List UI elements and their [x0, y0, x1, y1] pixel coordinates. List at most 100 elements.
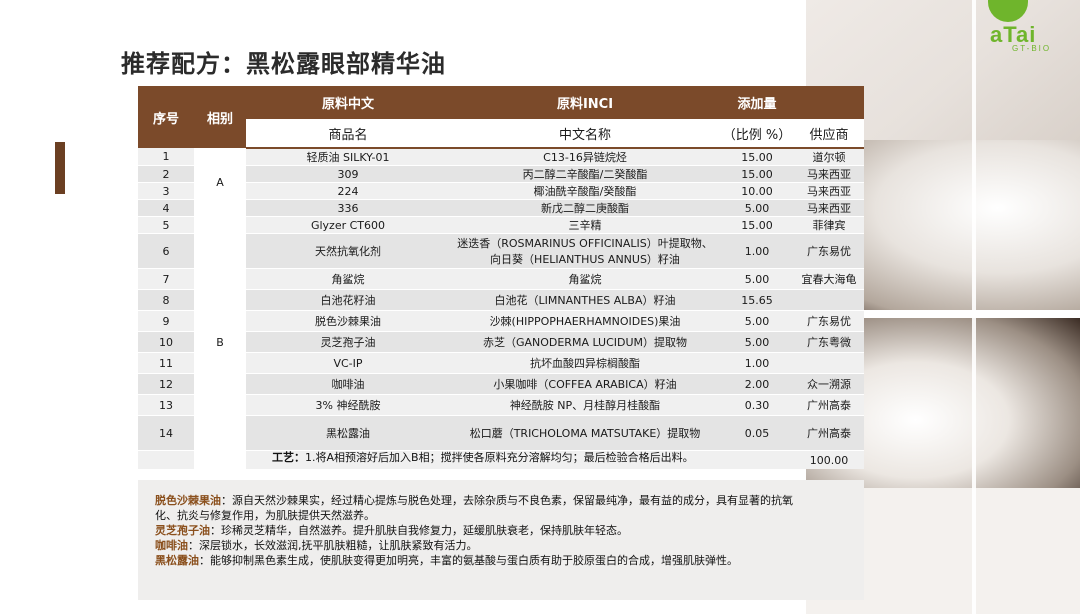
cell-no: 14: [138, 415, 194, 451]
cell-empty: [720, 450, 794, 469]
cell-ratio: 15.00: [720, 148, 794, 166]
cell-no: 7: [138, 268, 194, 290]
table-row: 14 黑松露油 松口蘑（TRICHOLOMA MATSUTAKE）提取物 0.0…: [138, 415, 864, 451]
cell-cn: 赤芝（GANODERMA LUCIDUM）提取物: [450, 331, 720, 353]
cell-cn: 三辛精: [450, 216, 720, 234]
cell-cn: C13-16异链烷烃: [450, 148, 720, 166]
cell-no: 13: [138, 394, 194, 416]
cell-supplier: 广东易优: [794, 233, 864, 269]
cell-supplier: [794, 352, 864, 374]
table-row: 6 天然抗氧化剂 迷迭香（ROSMARINUS OFFICINALIS）叶提取物…: [138, 233, 864, 269]
cell-trade: 黑松露油: [246, 415, 450, 451]
cell-no: 2: [138, 165, 194, 183]
cell-supplier: 宜春大海龟: [794, 268, 864, 290]
note-label: 黑松露油: [155, 554, 199, 567]
table-row: 4 336 新戊二醇二庚酸酯 5.00 马来西亚: [138, 199, 864, 217]
cell-ratio: 5.00: [720, 199, 794, 217]
cell-trade: 336: [246, 199, 450, 217]
note-label: 咖啡油: [155, 539, 188, 552]
process-line: 工艺：1.将A相预溶好后加入B相；搅拌使各原料充分溶解均匀；最后检验合格后出料。: [272, 449, 694, 465]
cell-supplier: 众一溯源: [794, 373, 864, 395]
note-text: ：深层锁水，长效滋润,抚平肌肤粗糙，让肌肤紧致有活力。: [188, 539, 478, 552]
cell-no: 10: [138, 331, 194, 353]
process-text: 1.将A相预溶好后加入B相；搅拌使各原料充分溶解均匀；最后检验合格后出料。: [305, 451, 694, 464]
page-title: 推荐配方：黑松露眼部精华油: [121, 50, 446, 78]
cell-trade: VC-IP: [246, 352, 450, 374]
cell-supplier: 广州高泰: [794, 415, 864, 451]
cell-ratio: 0.05: [720, 415, 794, 451]
header-trade-name: 商品名: [246, 119, 450, 149]
header-raw-cn: 原料中文: [246, 86, 450, 119]
brand-logo: aTai GT-BIO: [968, 0, 1080, 56]
header-cn-name: 中文名称: [450, 119, 720, 149]
cell-no: 3: [138, 182, 194, 200]
cell-no: 8: [138, 289, 194, 311]
leaf-icon: [988, 0, 1028, 22]
cell-ratio: 5.00: [720, 310, 794, 332]
cell-trade: 天然抗氧化剂: [246, 233, 450, 269]
table-subheader-row: 商品名 中文名称 （比例 %） 供应商: [138, 119, 864, 149]
logo-subtitle: GT-BIO: [1012, 44, 1052, 53]
cell-cn: 小果咖啡（COFFEA ARABICA）籽油: [450, 373, 720, 395]
table-row: 13 3% 神经酰胺 神经酰胺 NP、月桂醇月桂酸酯 0.30 广州高泰: [138, 394, 864, 416]
note-label: 脱色沙棘果油: [155, 494, 221, 507]
cell-ratio: 2.00: [720, 373, 794, 395]
cell-cn-line2: 向日葵（HELIANTHUS ANNUS）籽油: [490, 253, 680, 266]
cell-trade: 角鲨烷: [246, 268, 450, 290]
table-row: 11 VC-IP 抗坏血酸四异棕榈酸酯 1.00: [138, 352, 864, 374]
table-row: 9 脱色沙棘果油 沙棘(HIPPOPHAERHAMNOIDES)果油 5.00 …: [138, 310, 864, 332]
cell-trade: 309: [246, 165, 450, 183]
table-row: 5 B Glyzer CT600 三辛精 15.00 菲律宾: [138, 216, 864, 470]
cell-supplier: 广州高泰: [794, 394, 864, 416]
cell-cn: 椰油酰辛酸酯/癸酸酯: [450, 182, 720, 200]
table-row: 3 224 椰油酰辛酸酯/癸酸酯 10.00 马来西亚: [138, 182, 864, 200]
cell-ratio: 0.30: [720, 394, 794, 416]
note-text: ：能够抑制黑色素生成，使肌肤变得更加明亮，丰富的氨基酸与蛋白质有助于胶原蛋白的合…: [199, 554, 738, 567]
formula-table: 序号 相别 原料中文 原料INCI 添加量 商品名 中文名称 （比例 %） 供应…: [138, 86, 864, 470]
cell-trade: 咖啡油: [246, 373, 450, 395]
total-ratio: 100.00: [794, 450, 864, 469]
cell-cn: 丙二醇二辛酸酯/二癸酸酯: [450, 165, 720, 183]
cell-supplier: 马来西亚: [794, 182, 864, 200]
cell-cn-line1: 迷迭香（ROSMARINUS OFFICINALIS）叶提取物、: [457, 237, 713, 250]
header-empty: [794, 86, 864, 119]
cell-cn: 迷迭香（ROSMARINUS OFFICINALIS）叶提取物、 向日葵（HELI…: [450, 233, 720, 269]
cell-supplier: 马来西亚: [794, 199, 864, 217]
cell-trade: 224: [246, 182, 450, 200]
cell-supplier: 马来西亚: [794, 165, 864, 183]
process-label: 工艺：: [272, 451, 305, 464]
cell-ratio: 15.00: [720, 165, 794, 183]
cell-ratio: 1.00: [720, 233, 794, 269]
cell-supplier: 广东易优: [794, 310, 864, 332]
phase-b-label: B: [194, 216, 246, 470]
cell-trade: 白池花籽油: [246, 289, 450, 311]
cell-ratio: 15.65: [720, 289, 794, 311]
cell-ratio: 10.00: [720, 182, 794, 200]
table-row: 10 灵芝孢子油 赤芝（GANODERMA LUCIDUM）提取物 5.00 广…: [138, 331, 864, 353]
cell-cn: 松口蘑（TRICHOLOMA MATSUTAKE）提取物: [450, 415, 720, 451]
header-raw-inci: 原料INCI: [450, 86, 720, 119]
cell-ratio: 5.00: [720, 268, 794, 290]
header-seq: 序号: [138, 86, 194, 148]
cell-ratio: 15.00: [720, 216, 794, 234]
ingredient-notes: 脱色沙棘果油：源自天然沙棘果实，经过精心提炼与脱色处理，去除杂质与不良色素，保留…: [138, 480, 864, 600]
table-row: 7 角鲨烷 角鲨烷 5.00 宜春大海龟: [138, 268, 864, 290]
photo-divider: [972, 0, 976, 614]
note-item: 灵芝孢子油：珍稀灵芝精华，自然滋养。提升肌肤自我修复力，延缓肌肤衰老，保持肌肤年…: [155, 523, 855, 538]
header-supplier: 供应商: [794, 119, 864, 149]
table-row: 2 309 丙二醇二辛酸酯/二癸酸酯 15.00 马来西亚: [138, 165, 864, 183]
cell-no: 9: [138, 310, 194, 332]
cell-trade: 脱色沙棘果油: [246, 310, 450, 332]
header-ratio: （比例 %）: [720, 119, 794, 149]
cell-cn: 白池花（LIMNANTHES ALBA）籽油: [450, 289, 720, 311]
note-text: ：源自天然沙棘果实，经过精心提炼与脱色处理，去除杂质与不良色素，保留最纯净，最有…: [221, 494, 793, 507]
cell-ratio: 5.00: [720, 331, 794, 353]
note-item: 咖啡油：深层锁水，长效滋润,抚平肌肤粗糙，让肌肤紧致有活力。: [155, 538, 855, 553]
header-amount: 添加量: [720, 86, 794, 119]
table-row: 8 白池花籽油 白池花（LIMNANTHES ALBA）籽油 15.65: [138, 289, 864, 311]
cell-supplier: 菲律宾: [794, 216, 864, 234]
cell-no: 5: [138, 216, 194, 234]
cell-supplier: 广东粤微: [794, 331, 864, 353]
cell-cn: 新戊二醇二庚酸酯: [450, 199, 720, 217]
note-text-cont: 化、抗炎与修复作用，为肌肤提供天然滋养。: [155, 509, 375, 522]
